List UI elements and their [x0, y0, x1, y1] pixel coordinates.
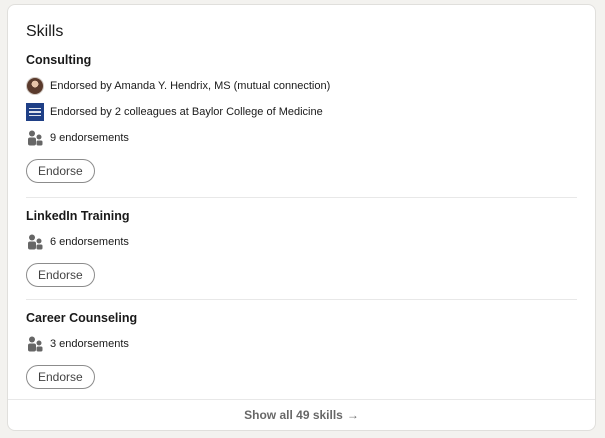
skill-item-consulting: Consulting Endorsed by Amanda Y. Hendrix… [26, 51, 577, 183]
divider [26, 197, 577, 198]
endorsements-count: 6 endorsements [50, 236, 129, 248]
endorsed-by-person-row[interactable]: Endorsed by Amanda Y. Hendrix, MS (mutua… [26, 73, 577, 99]
skill-name[interactable]: Career Counseling [26, 309, 577, 327]
endorsed-by-org-row[interactable]: Endorsed by 2 colleagues at Baylor Colle… [26, 99, 577, 125]
people-icon [26, 335, 44, 353]
skill-name[interactable]: Consulting [26, 51, 577, 69]
skills-card: Skills Consulting Endorsed by Amanda Y. … [7, 4, 596, 431]
show-all-skills-label: Show all 49 skills [244, 408, 343, 422]
endorse-button[interactable]: Endorse [26, 159, 95, 183]
people-icon [26, 233, 44, 251]
skill-item-linkedin-training: LinkedIn Training 6 endorsements Endorse [26, 207, 577, 287]
endorsements-row[interactable]: 3 endorsements [26, 331, 577, 357]
arrow-right-icon: → [346, 408, 359, 422]
endorsed-by-org-text: Endorsed by 2 colleagues at Baylor Colle… [50, 106, 323, 118]
endorsements-count: 9 endorsements [50, 132, 129, 144]
endorsements-row[interactable]: 9 endorsements [26, 125, 577, 151]
endorsements-count: 3 endorsements [50, 338, 129, 350]
show-all-skills-button[interactable]: Show all 49 skills → [8, 399, 595, 430]
endorse-button[interactable]: Endorse [26, 365, 95, 389]
skill-item-career-counseling: Career Counseling 3 endorsements Endorse [26, 309, 577, 389]
card-title: Skills [26, 23, 64, 40]
divider [26, 299, 577, 300]
endorser-avatar[interactable] [26, 77, 44, 95]
skill-name[interactable]: LinkedIn Training [26, 207, 577, 225]
endorsements-row[interactable]: 6 endorsements [26, 229, 577, 255]
people-icon [26, 129, 44, 147]
org-logo-icon [26, 103, 44, 121]
endorse-button[interactable]: Endorse [26, 263, 95, 287]
endorsed-by-person-text: Endorsed by Amanda Y. Hendrix, MS (mutua… [50, 80, 331, 92]
